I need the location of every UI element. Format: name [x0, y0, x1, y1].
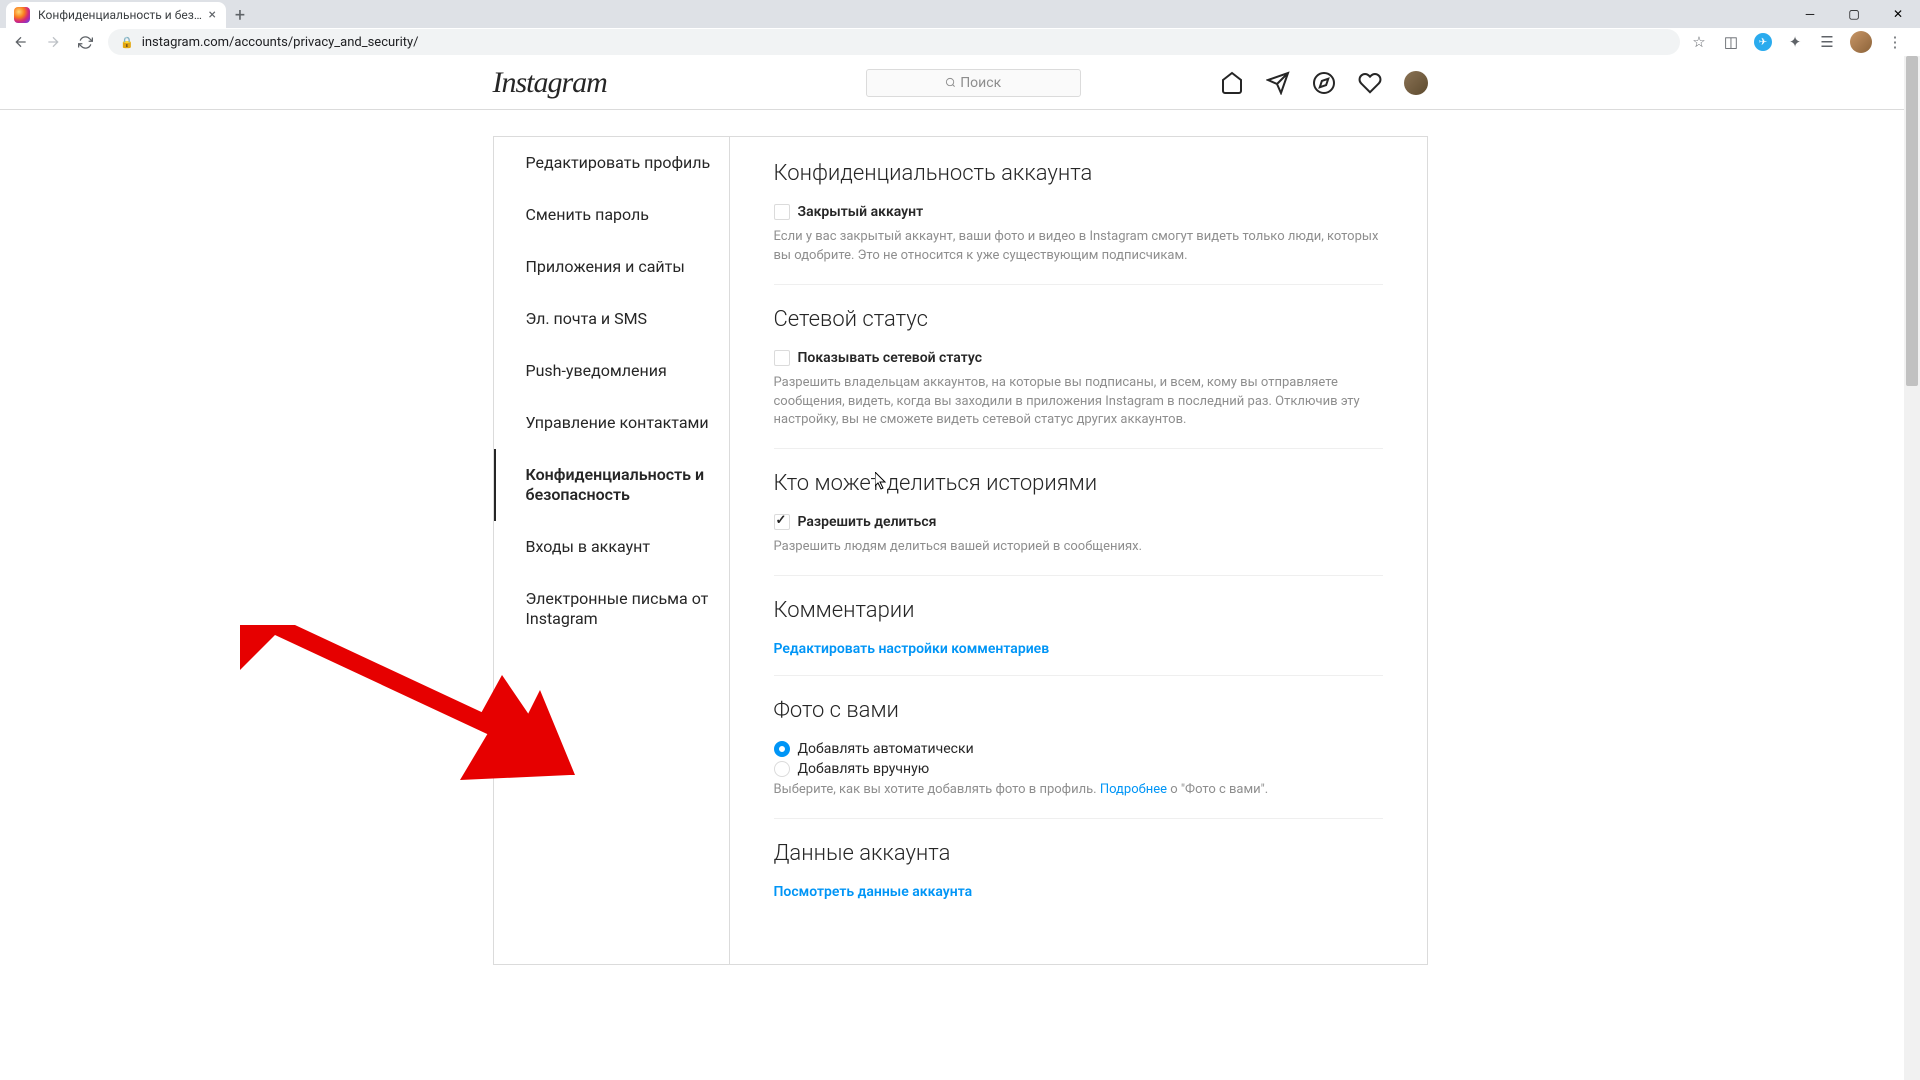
section-title: Фото с вами [774, 698, 1383, 723]
profile-avatar[interactable] [1404, 71, 1428, 95]
search-placeholder: Поиск [960, 75, 1001, 91]
extension-icon[interactable]: ◫ [1722, 33, 1740, 51]
back-button[interactable] [8, 29, 34, 55]
maximize-button[interactable]: ▢ [1832, 0, 1876, 28]
lock-icon: 🔒 [120, 36, 134, 49]
checkbox-label: Показывать сетевой статус [798, 350, 983, 366]
radio-label: Добавлять автоматически [798, 741, 974, 757]
chrome-profile-avatar[interactable] [1850, 31, 1872, 53]
kebab-menu-icon[interactable]: ⋮ [1886, 33, 1904, 51]
url-text: instagram.com/accounts/privacy_and_secur… [142, 35, 419, 50]
close-window-button[interactable]: ✕ [1876, 0, 1920, 28]
section-title: Конфиденциальность аккаунта [774, 161, 1383, 186]
sidebar-item-change-password[interactable]: Сменить пароль [494, 189, 729, 241]
section-title: Сетевой статус [774, 307, 1383, 332]
sidebar-item-login-activity[interactable]: Входы в аккаунт [494, 521, 729, 573]
scrollbar-thumb[interactable] [1906, 56, 1918, 386]
instagram-logo[interactable]: Instagram [493, 66, 607, 100]
messenger-icon[interactable] [1266, 71, 1290, 95]
reload-button[interactable] [72, 29, 98, 55]
sidebar-item-push-notifications[interactable]: Push-уведомления [494, 345, 729, 397]
radio-label: Добавлять вручную [798, 761, 930, 777]
section-story-sharing: Кто может делиться историями Разрешить д… [774, 471, 1383, 576]
add-automatically-radio[interactable] [774, 741, 790, 757]
search-icon [945, 77, 956, 88]
add-manually-radio[interactable] [774, 761, 790, 777]
search-input[interactable]: Поиск [866, 69, 1081, 97]
tab-title: Конфиденциальность и безопа [38, 8, 207, 22]
toolbar-right: ☆ ◫ ✈ ✦ ☰ ⋮ [1690, 31, 1912, 53]
telegram-icon[interactable]: ✈ [1754, 33, 1772, 51]
new-tab-button[interactable]: + [226, 2, 254, 28]
settings-content: Конфиденциальность аккаунта Закрытый акк… [730, 137, 1427, 964]
sidebar-item-email-sms[interactable]: Эл. почта и SMS [494, 293, 729, 345]
instagram-header: Instagram Поиск [0, 56, 1920, 110]
private-account-checkbox[interactable] [774, 204, 790, 220]
learn-more-link[interactable]: Подробнее [1100, 782, 1167, 797]
settings-container: Редактировать профиль Сменить пароль При… [493, 136, 1428, 965]
tab-bar: Конфиденциальность и безопа × + [0, 0, 1920, 28]
settings-sidebar: Редактировать профиль Сменить пароль При… [494, 137, 730, 964]
star-icon[interactable]: ☆ [1690, 33, 1708, 51]
sidebar-item-edit-profile[interactable]: Редактировать профиль [494, 137, 729, 189]
section-title: Комментарии [774, 598, 1383, 623]
checkbox-label: Разрешить делиться [798, 514, 937, 530]
edit-comment-settings-link[interactable]: Редактировать настройки комментариев [774, 641, 1383, 657]
section-activity-status: Сетевой статус Показывать сетевой статус… [774, 307, 1383, 450]
reading-list-icon[interactable]: ☰ [1818, 33, 1836, 51]
section-description: Разрешить владельцам аккаунтов, на котор… [774, 374, 1383, 431]
header-nav [1220, 71, 1428, 95]
section-comments: Комментарии Редактировать настройки комм… [774, 598, 1383, 676]
section-title: Данные аккаунта [774, 841, 1383, 866]
section-title: Кто может делиться историями [774, 471, 1383, 496]
minimize-button[interactable]: ─ [1788, 0, 1832, 28]
section-description: Выберите, как вы хотите добавлять фото в… [774, 781, 1383, 800]
forward-button[interactable] [40, 29, 66, 55]
section-account-data: Данные аккаунта Посмотреть данные аккаун… [774, 841, 1383, 918]
explore-icon[interactable] [1312, 71, 1336, 95]
extensions-puzzle-icon[interactable]: ✦ [1786, 33, 1804, 51]
view-account-data-link[interactable]: Посмотреть данные аккаунта [774, 884, 1383, 900]
url-input[interactable]: 🔒 instagram.com/accounts/privacy_and_sec… [108, 29, 1680, 55]
allow-sharing-checkbox[interactable] [774, 514, 790, 530]
sidebar-item-emails-from-instagram[interactable]: Электронные письма от Instagram [494, 573, 729, 645]
home-icon[interactable] [1220, 71, 1244, 95]
section-description: Разрешить людям делиться вашей историей … [774, 538, 1383, 557]
checkbox-label: Закрытый аккаунт [798, 204, 924, 220]
close-tab-icon[interactable]: × [207, 7, 218, 23]
sidebar-item-manage-contacts[interactable]: Управление контактами [494, 397, 729, 449]
sidebar-item-privacy-security[interactable]: Конфиденциальность и безопасность [494, 449, 729, 521]
sidebar-item-apps-websites[interactable]: Приложения и сайты [494, 241, 729, 293]
section-photos-of-you: Фото с вами Добавлять автоматически Доба… [774, 698, 1383, 819]
heart-icon[interactable] [1358, 71, 1382, 95]
address-bar: 🔒 instagram.com/accounts/privacy_and_sec… [0, 28, 1920, 56]
activity-status-checkbox[interactable] [774, 350, 790, 366]
window-controls: ─ ▢ ✕ [1788, 0, 1920, 28]
browser-tab[interactable]: Конфиденциальность и безопа × [6, 2, 226, 28]
browser-chrome: ─ ▢ ✕ Конфиденциальность и безопа × + 🔒 … [0, 0, 1920, 56]
section-description: Если у вас закрытый аккаунт, ваши фото и… [774, 228, 1383, 266]
instagram-favicon [14, 7, 30, 23]
section-account-privacy: Конфиденциальность аккаунта Закрытый акк… [774, 161, 1383, 285]
